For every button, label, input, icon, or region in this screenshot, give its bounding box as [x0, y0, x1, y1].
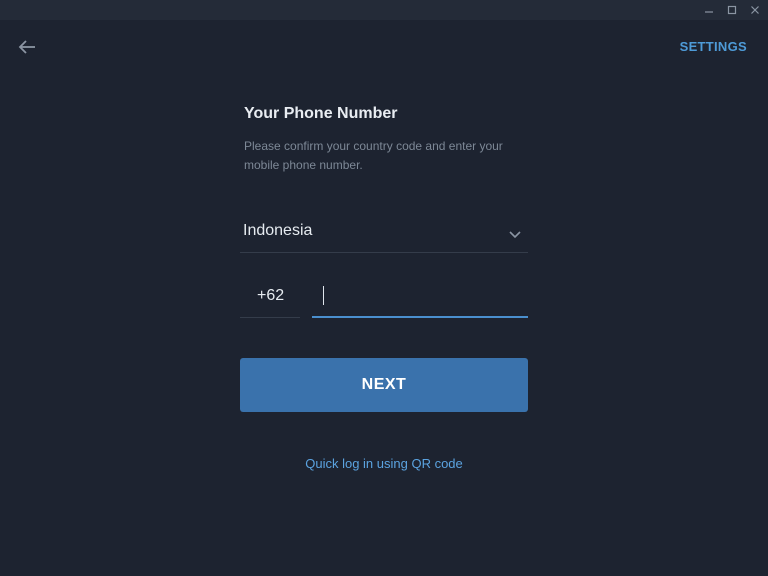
country-select[interactable]: Indonesia: [240, 212, 528, 253]
arrow-left-icon: [18, 40, 35, 54]
title-bar: [0, 0, 768, 20]
settings-button[interactable]: SETTINGS: [680, 39, 747, 54]
country-selected-value: Indonesia: [243, 222, 313, 239]
maximize-icon[interactable]: [724, 2, 740, 18]
minimize-icon[interactable]: [701, 2, 717, 18]
next-button[interactable]: NEXT: [240, 358, 528, 412]
page-description: Please confirm your country code and ent…: [244, 139, 503, 172]
phone-number-field[interactable]: [312, 278, 528, 318]
close-icon[interactable]: [747, 2, 763, 18]
back-button[interactable]: [14, 36, 40, 58]
next-button-label: NEXT: [361, 376, 407, 393]
qr-login-link[interactable]: Quick log in using QR code: [240, 456, 528, 471]
text-caret: [323, 286, 324, 305]
chevron-down-icon: [509, 231, 521, 239]
country-code-value: +62: [257, 287, 285, 304]
login-window: SETTINGS Your Phone Number Please confir…: [0, 0, 768, 576]
phone-number-input[interactable]: [312, 278, 528, 316]
page-title: Your Phone Number: [244, 105, 398, 122]
country-code-field[interactable]: +62: [240, 278, 300, 318]
